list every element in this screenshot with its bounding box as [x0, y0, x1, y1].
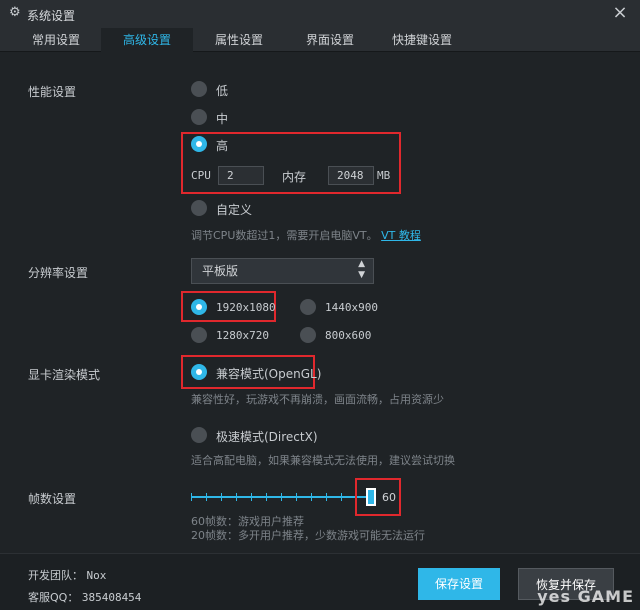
- qq-value: 385408454: [81, 591, 142, 604]
- fps-slider-thumb[interactable]: [366, 488, 376, 506]
- slider-tick: [236, 493, 237, 501]
- res-1440-label: 1440x900: [325, 301, 378, 314]
- res-1280-label: 1280x720: [216, 329, 269, 342]
- cpu-label: CPU: [191, 169, 211, 182]
- vt-hint-text: 调节CPU数超过1，需要开启电脑VT。: [191, 229, 378, 242]
- slider-tick: [296, 493, 297, 501]
- updown-arrow-icon: ▲ ▼: [358, 259, 365, 280]
- resolution-label: 分辨率设置: [28, 266, 89, 280]
- perf-low-radio[interactable]: [191, 81, 207, 97]
- qq-label: 客服QQ：: [28, 591, 79, 604]
- fps-label: 帧数设置: [28, 492, 77, 506]
- gear-icon: ⚙: [9, 5, 21, 20]
- res-1920-label: 1920x1080: [216, 301, 276, 314]
- tab-interface[interactable]: 界面设置: [284, 28, 376, 52]
- slider-tick: [311, 493, 312, 501]
- memory-input[interactable]: 2048: [328, 166, 374, 185]
- team-label: 开发团队：: [28, 569, 83, 582]
- render-speed-label: 极速模式(DirectX): [216, 430, 318, 444]
- perf-low-label: 低: [216, 84, 229, 98]
- team-info: 开发团队： Nox: [28, 567, 106, 583]
- perf-medium-radio[interactable]: [191, 109, 207, 125]
- slider-tick: [266, 493, 267, 501]
- vt-tutorial-link[interactable]: VT 教程: [381, 229, 421, 242]
- fps-hint-20: 20帧数：多开用户推荐，少数游戏可能无法运行: [191, 529, 425, 542]
- slider-tick: [251, 493, 252, 501]
- watermark-logo: yes GAME: [537, 587, 634, 606]
- close-button[interactable]: ×: [610, 3, 630, 23]
- window-title: 系统设置: [27, 9, 76, 23]
- render-speed-radio[interactable]: [191, 427, 207, 443]
- slider-tick: [326, 493, 327, 501]
- res-1440-radio[interactable]: [300, 299, 316, 315]
- tab-advanced[interactable]: 高级设置: [101, 28, 193, 52]
- fps-slider-track[interactable]: [191, 493, 371, 501]
- res-1280-radio[interactable]: [191, 327, 207, 343]
- settings-content: 性能设置 低 中 高 CPU 2 内存 2048 MB 自定义 调节CPU数超过…: [0, 53, 640, 553]
- perf-high-radio[interactable]: [191, 136, 207, 152]
- res-800-radio[interactable]: [300, 327, 316, 343]
- res-800-label: 800x600: [325, 329, 372, 342]
- memory-unit: MB: [377, 169, 391, 182]
- render-compat-radio[interactable]: [191, 364, 207, 380]
- slider-tick: [221, 493, 222, 501]
- qq-info: 客服QQ： 385408454: [28, 589, 141, 605]
- memory-label: 内存: [282, 170, 307, 184]
- slider-tick: [281, 493, 282, 501]
- vt-hint: 调节CPU数超过1，需要开启电脑VT。 VT 教程: [191, 227, 421, 243]
- slider-tick: [191, 493, 192, 501]
- slider-tick: [206, 493, 207, 501]
- team-value: Nox: [86, 569, 107, 582]
- performance-label: 性能设置: [28, 85, 77, 99]
- perf-custom-label: 自定义: [216, 203, 253, 217]
- perf-medium-label: 中: [216, 112, 229, 126]
- tab-shortcuts[interactable]: 快捷键设置: [376, 28, 468, 52]
- save-settings-button[interactable]: 保存设置: [418, 568, 500, 600]
- render-compat-label: 兼容模式(OpenGL): [216, 367, 322, 381]
- perf-custom-radio[interactable]: [191, 200, 207, 216]
- perf-high-label: 高: [216, 139, 229, 153]
- resolution-dropdown[interactable]: 平板版 ▲ ▼: [191, 258, 374, 284]
- render-mode-label: 显卡渲染模式: [28, 368, 101, 382]
- cpu-input[interactable]: 2: [218, 166, 264, 185]
- tab-properties[interactable]: 属性设置: [193, 28, 285, 52]
- title-bar: ⚙ 系统设置 ×: [0, 0, 640, 28]
- footer: 开发团队： Nox 客服QQ： 385408454 保存设置 恢复并保存 yes…: [0, 553, 640, 610]
- render-speed-hint: 适合高配电脑，如果兼容模式无法使用，建议尝试切换: [191, 454, 455, 467]
- tab-common[interactable]: 常用设置: [10, 28, 102, 52]
- resolution-dropdown-value: 平板版: [202, 264, 239, 278]
- slider-tick: [341, 493, 342, 501]
- render-compat-hint: 兼容性好，玩游戏不再崩溃，画面流畅，占用资源少: [191, 393, 444, 406]
- fps-value: 60: [382, 491, 396, 504]
- res-1920-radio[interactable]: [191, 299, 207, 315]
- tab-bar: 常用设置 高级设置 属性设置 界面设置 快捷键设置: [0, 28, 640, 52]
